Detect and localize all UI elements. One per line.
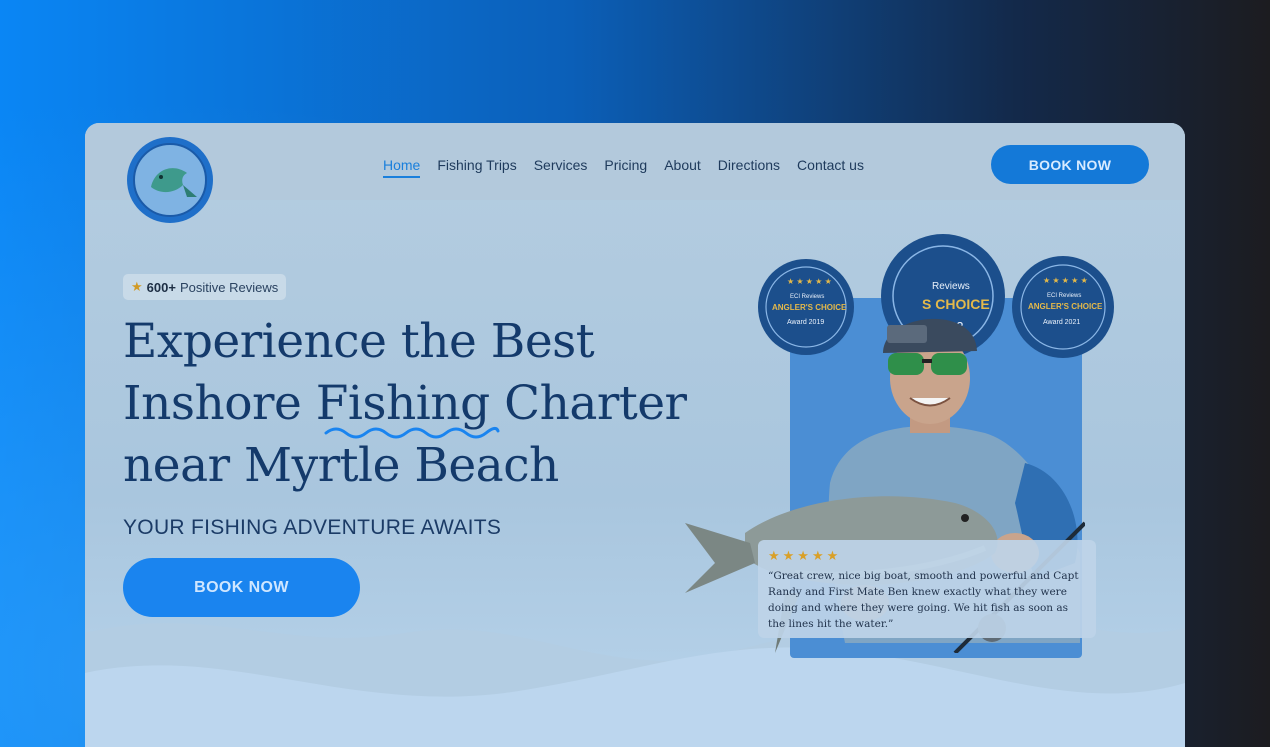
nav-contact-us[interactable]: Contact us [797, 157, 864, 178]
testimonial-text: “Great crew, nice big boat, smooth and p… [768, 570, 1079, 630]
nav-fishing-trips[interactable]: Fishing Trips [437, 157, 516, 178]
header-book-now-button[interactable]: BOOK NOW [991, 145, 1149, 184]
testimonial-card: ★★★★★ “Great crew, nice big boat, smooth… [758, 540, 1096, 638]
nav-services[interactable]: Services [534, 157, 588, 178]
header: Home Fishing Trips Services Pricing Abou… [85, 123, 1185, 223]
hero-tagline: YOUR FISHING ADVENTURE AWAITS [123, 516, 502, 539]
headline-text-inshore: Inshore [123, 376, 316, 431]
nav-directions[interactable]: Directions [718, 157, 780, 178]
testimonial-rating: ★★★★★ [768, 548, 842, 563]
nav-pricing[interactable]: Pricing [604, 157, 647, 178]
nav-about[interactable]: About [664, 157, 701, 178]
reviews-count: 600+ [146, 279, 176, 295]
main-nav: Home Fishing Trips Services Pricing Abou… [383, 157, 864, 178]
logo-icon[interactable] [125, 135, 215, 225]
wave-underline-icon [324, 426, 500, 439]
star-icon: ★ [131, 279, 143, 294]
reviews-label: Positive Reviews [179, 279, 279, 295]
reviews-badge: ★ 600+ Positive Reviews [123, 274, 287, 300]
nav-home[interactable]: Home [383, 157, 421, 178]
website-preview: Home Fishing Trips Services Pricing Abou… [85, 123, 1185, 747]
hero-book-now-button[interactable]: BOOK NOW [123, 558, 360, 617]
